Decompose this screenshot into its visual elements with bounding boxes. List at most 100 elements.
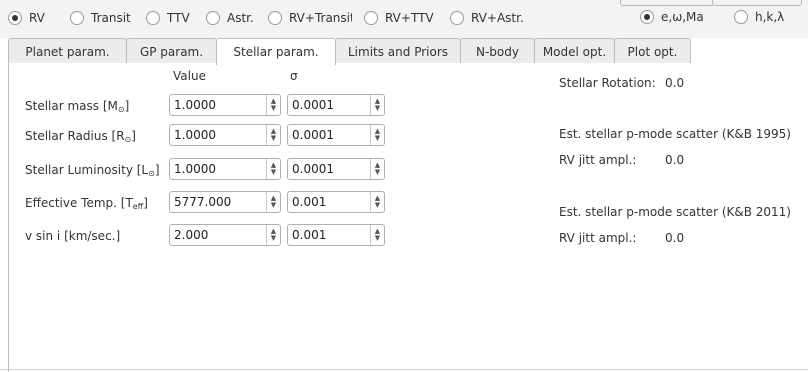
radio-transit-label: Transit xyxy=(91,11,131,25)
spin-down-icon[interactable]: ▼ xyxy=(375,169,380,176)
kb1995-label: Est. stellar p-mode scatter (K&B 1995) xyxy=(559,127,791,141)
radio-dot xyxy=(70,11,84,25)
radio-rv-transit-label: RV+Transit xyxy=(289,11,352,25)
spin-arrows[interactable]: ▲ ▼ xyxy=(266,159,280,179)
radio-dot xyxy=(450,11,464,25)
radio-dot-checked xyxy=(640,10,654,24)
radio-ttv-label: TTV xyxy=(167,11,190,25)
tab-label: GP param. xyxy=(139,44,204,59)
radio-rv-ttv[interactable]: RV+TTV xyxy=(364,11,434,25)
vsini-spinbox[interactable]: ▲▼ xyxy=(169,224,281,246)
spin-arrows[interactable]: ▲ ▼ xyxy=(370,225,384,245)
clipped-groupbox-2 xyxy=(712,0,802,6)
radio-dot xyxy=(734,10,748,24)
radio-rv-transit[interactable]: RV+Transit xyxy=(268,11,352,25)
stellar-mass-sigma-spinbox[interactable]: ▲▼ xyxy=(287,94,385,116)
spin-arrows[interactable]: ▲ ▼ xyxy=(370,125,384,145)
stellar-mass-sigma-input[interactable] xyxy=(288,95,370,115)
radio-rv[interactable]: RV xyxy=(8,11,45,25)
stellar-rotation-value: 0.0 xyxy=(665,76,685,90)
radio-dot xyxy=(364,11,378,25)
radio-e-omega-ma-label: e,ω,Ma xyxy=(661,10,704,24)
tab-label: Plot opt. xyxy=(627,44,678,59)
spin-arrows[interactable]: ▲ ▼ xyxy=(370,192,384,212)
radio-dot xyxy=(268,11,282,25)
stellar-luminosity-sigma-spinbox[interactable]: ▲▼ xyxy=(287,158,385,180)
tab-plot-opt[interactable]: Plot opt. xyxy=(614,38,691,64)
radio-dot xyxy=(146,11,160,25)
effective-temp-sigma-input[interactable] xyxy=(288,192,370,212)
spin-down-icon[interactable]: ▼ xyxy=(271,105,276,112)
rv-jitt-ampl-2-label: RV jitt ampl.: xyxy=(559,231,637,245)
effective-temp-value-input[interactable] xyxy=(170,192,266,212)
spin-arrows[interactable]: ▲ ▼ xyxy=(266,95,280,115)
panel-bottom-border xyxy=(0,369,808,370)
stellar-luminosity-value-input[interactable] xyxy=(170,159,266,179)
radio-rv-astr-label: RV+Astr. xyxy=(471,11,524,25)
spin-arrows[interactable]: ▲ ▼ xyxy=(266,192,280,212)
stellar-rotation-label: Stellar Rotation: xyxy=(559,76,656,90)
vsini-sigma-spinbox[interactable]: ▲▼ xyxy=(287,224,385,246)
stellar-mass-spinbox[interactable]: ▲▼ xyxy=(169,94,281,116)
radio-astr[interactable]: Astr. xyxy=(206,11,254,25)
tab-label: Model opt. xyxy=(542,44,607,59)
vsini-sigma-input[interactable] xyxy=(288,225,370,245)
tab-limits-and-priors[interactable]: Limits and Priors xyxy=(335,38,461,64)
effective-temp-sigma-spinbox[interactable]: ▲▼ xyxy=(287,191,385,213)
radio-transit[interactable]: Transit xyxy=(70,11,131,25)
stellar-luminosity-label: Stellar Luminosity [L⊙] xyxy=(25,163,160,178)
stellar-mass-label: Stellar mass [M⊙] xyxy=(25,99,130,114)
spin-down-icon[interactable]: ▼ xyxy=(271,135,276,142)
vsini-value-input[interactable] xyxy=(170,225,266,245)
tab-bar: Planet param. GP param. Stellar param. L… xyxy=(8,38,808,65)
clipped-groupbox-1 xyxy=(620,0,714,6)
radio-h-k-lambda[interactable]: h,k,λ xyxy=(734,10,784,24)
spin-down-icon[interactable]: ▼ xyxy=(271,169,276,176)
effective-temp-spinbox[interactable]: ▲▼ xyxy=(169,191,281,213)
effective-temp-label: Effective Temp. [Teff] xyxy=(25,196,148,211)
spin-arrows[interactable]: ▲ ▼ xyxy=(266,225,280,245)
tab-label: Planet param. xyxy=(25,44,110,59)
stellar-luminosity-sigma-input[interactable] xyxy=(288,159,370,179)
spin-down-icon[interactable]: ▼ xyxy=(271,235,276,242)
tab-label: N-body xyxy=(476,44,519,59)
spin-arrows[interactable]: ▲ ▼ xyxy=(370,95,384,115)
tab-model-opt[interactable]: Model opt. xyxy=(534,38,615,64)
radio-rv-label: RV xyxy=(29,11,45,25)
spin-down-icon[interactable]: ▼ xyxy=(375,235,380,242)
tab-stellar-param[interactable]: Stellar param. xyxy=(216,38,336,65)
stellar-mass-value-input[interactable] xyxy=(170,95,266,115)
radio-dot xyxy=(206,11,220,25)
tab-planet-param[interactable]: Planet param. xyxy=(8,38,127,64)
rv-jitt-ampl-1-label: RV jitt ampl.: xyxy=(559,153,637,167)
radio-dot-checked xyxy=(8,11,22,25)
tab-label: Stellar param. xyxy=(233,45,319,59)
radio-e-omega-ma[interactable]: e,ω,Ma xyxy=(640,10,704,24)
spin-down-icon[interactable]: ▼ xyxy=(375,202,380,209)
rv-jitt-ampl-1-value: 0.0 xyxy=(665,153,685,167)
stellar-param-panel: Value σ Stellar mass [M⊙] ▲▼ ▲▼ Stellar … xyxy=(8,63,808,372)
stellar-radius-sigma-input[interactable] xyxy=(288,125,370,145)
spin-arrows[interactable]: ▲ ▼ xyxy=(370,159,384,179)
mode-radio-row: RV Transit TTV Astr. RV+Transit RV+TTV R… xyxy=(0,0,808,38)
radio-astr-label: Astr. xyxy=(227,11,254,25)
spin-down-icon[interactable]: ▼ xyxy=(375,135,380,142)
value-column-header: Value xyxy=(173,69,206,83)
radio-rv-ttv-label: RV+TTV xyxy=(385,11,434,25)
stellar-luminosity-spinbox[interactable]: ▲▼ xyxy=(169,158,281,180)
spin-down-icon[interactable]: ▼ xyxy=(271,202,276,209)
tab-gp-param[interactable]: GP param. xyxy=(126,38,217,64)
rv-jitt-ampl-2-value: 0.0 xyxy=(665,231,685,245)
stellar-radius-value-input[interactable] xyxy=(170,125,266,145)
kb2011-label: Est. stellar p-mode scatter (K&B 2011) xyxy=(559,205,791,219)
spin-arrows[interactable]: ▲ ▼ xyxy=(266,125,280,145)
radio-ttv[interactable]: TTV xyxy=(146,11,190,25)
tab-n-body[interactable]: N-body xyxy=(460,38,535,64)
radio-rv-astr[interactable]: RV+Astr. xyxy=(450,11,524,25)
stellar-radius-spinbox[interactable]: ▲▼ xyxy=(169,124,281,146)
sigma-column-header: σ xyxy=(290,69,298,83)
radio-h-k-lambda-label: h,k,λ xyxy=(755,10,785,24)
stellar-radius-sigma-spinbox[interactable]: ▲▼ xyxy=(287,124,385,146)
spin-down-icon[interactable]: ▼ xyxy=(375,105,380,112)
stellar-radius-label: Stellar Radius [R⊙] xyxy=(25,129,136,144)
